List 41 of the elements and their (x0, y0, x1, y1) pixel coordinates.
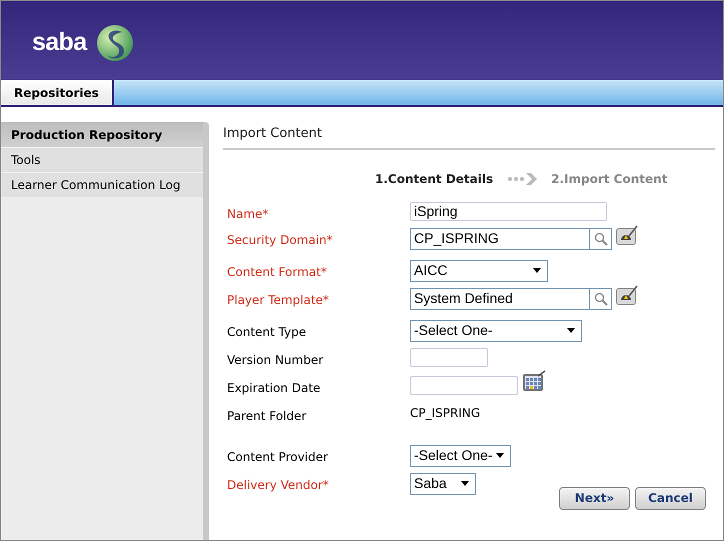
field-label: Security Domain* (226, 232, 334, 248)
search-icon (594, 232, 608, 246)
text-field[interactable] (410, 348, 488, 366)
search-icon (594, 292, 608, 306)
field-value: CP_ISPRING (410, 404, 480, 422)
edit-icon[interactable] (615, 224, 639, 246)
calendar-icon[interactable] (522, 370, 546, 392)
dropdown[interactable]: -Select One- (410, 320, 582, 342)
lookup-field[interactable]: CP_ISPRING (410, 228, 590, 250)
field-label: Expiration Date (226, 380, 322, 396)
lookup-field[interactable]: System Defined (410, 288, 590, 310)
field-label: Version Number (226, 352, 324, 368)
field-label: Content Format* (226, 264, 328, 280)
field-label: Delivery Vendor* (226, 476, 330, 494)
edit-icon[interactable] (615, 284, 639, 306)
tab[interactable]: Repositories (1, 80, 114, 105)
cancel-button[interactable]: Cancel (635, 486, 706, 510)
wizard-step: 1.Content Details (375, 170, 494, 188)
sidebar-item[interactable]: Learner Communication Log (1, 172, 203, 197)
caret-icon (496, 453, 504, 458)
dropdown[interactable]: AICC (410, 260, 548, 282)
field-label: Content Type (226, 324, 308, 340)
field-label: Name* (226, 206, 270, 222)
field-label: Player Template* (226, 292, 330, 308)
sidebar-item[interactable]: Production Repository (1, 122, 203, 147)
dropdown[interactable]: -Select One- (410, 444, 511, 466)
dropdown[interactable]: Saba (410, 472, 476, 494)
sidebar-item[interactable]: Tools (1, 147, 203, 172)
caret-icon (533, 268, 541, 273)
page-title: Import Content (223, 122, 715, 150)
caret-icon (461, 481, 469, 486)
next-button[interactable]: Next» (559, 486, 630, 510)
logo-text: saba (32, 27, 86, 58)
caret-icon (567, 328, 575, 333)
date-field[interactable] (410, 376, 518, 394)
step-arrow-icon (507, 173, 538, 185)
field-label: Parent Folder (226, 408, 308, 424)
text-field[interactable]: iSpring (410, 202, 607, 220)
wizard-step: 2.Import Content (551, 170, 668, 188)
logo-icon (96, 24, 134, 62)
field-label: Content Provider (226, 448, 329, 466)
